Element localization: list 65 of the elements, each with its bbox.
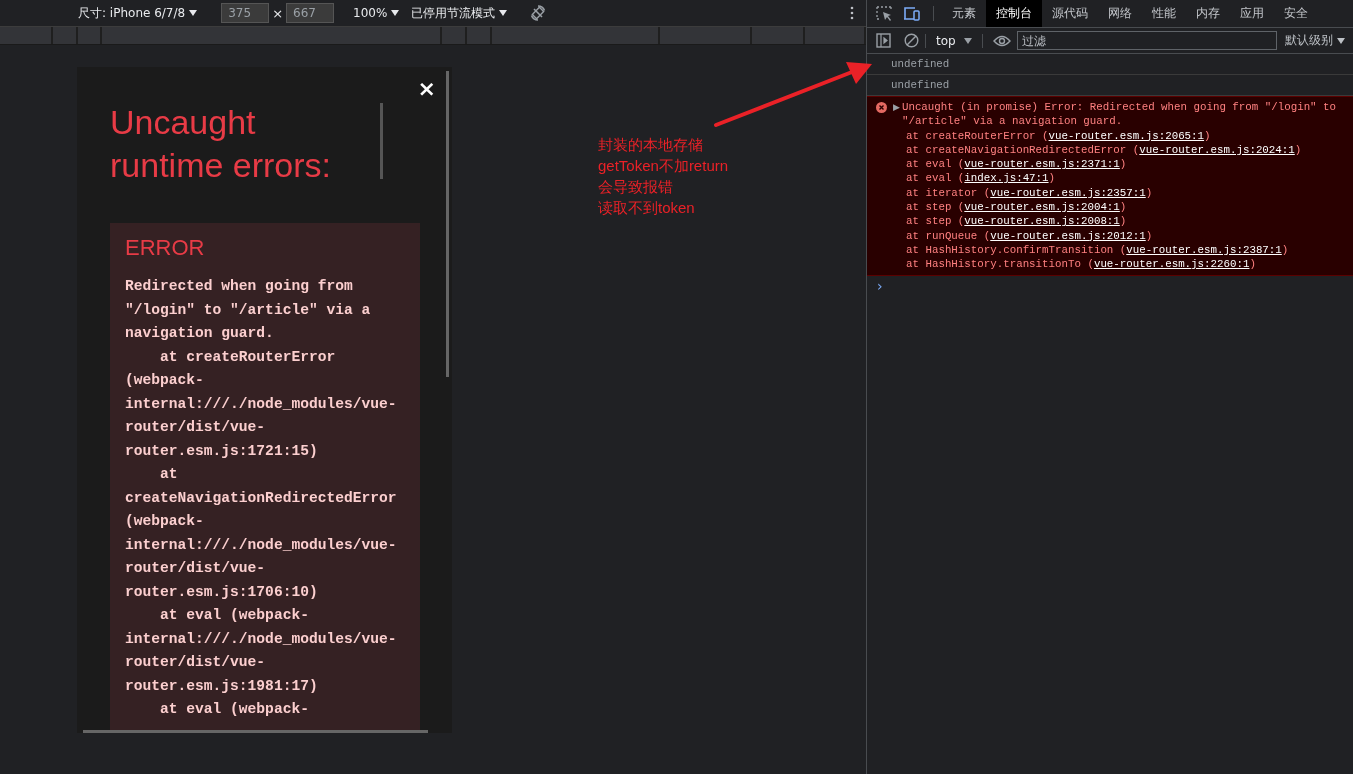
stack-frame: at eval (	[906, 172, 965, 185]
zoom-dropdown[interactable]: 100%	[353, 6, 400, 20]
throttling-dropdown[interactable]: 已停用节流模式	[411, 4, 508, 22]
devtools-tab[interactable]: 元素	[942, 0, 986, 27]
stack-frame-end: )	[1204, 129, 1211, 142]
stack-frame-end: )	[1119, 215, 1127, 228]
height-field[interactable]: 667	[286, 3, 335, 23]
devtools-tab[interactable]: 性能	[1142, 0, 1186, 27]
stack-frame: at eval (	[906, 158, 965, 171]
error-stack-text: Redirected when going from "/login" to "/article" via a navigation guard. at createRouterError (webpack-internal:///./node_modules/vue-router/dist/vue-router.esm.js:1721:15) at createNavigationRedirectedError (webpack-internal:///./node_modules/vue-router/dist/vue-router.esm.js:1706:10) at eval (webpack-internal:///./node_modules/vue-router/dist/vue-router.esm.js:1981:17) at eval (webpack-	[125, 277, 398, 719]
devtools-tab[interactable]: 网络	[1098, 0, 1142, 27]
devtools-tab[interactable]: 源代码	[1042, 0, 1098, 27]
source-link[interactable]: vue-router.esm.js:2008:1	[964, 215, 1120, 228]
stack-frame-end: )	[1249, 258, 1256, 271]
device-dropdown[interactable]: 尺寸: iPhone 6/7/8	[78, 4, 198, 22]
stack-frame-end: )	[1281, 243, 1289, 256]
times-sign: ×	[272, 5, 284, 21]
scrollbar[interactable]	[83, 730, 428, 733]
sidebar-icon[interactable]	[876, 33, 891, 48]
source-link[interactable]: vue-router.esm.js:2024:1	[1139, 143, 1295, 156]
stack-frame: at iterator (	[906, 186, 991, 199]
annotation-text: 封装的本地存储 getToken不加return 会导致报错 读取不到token	[598, 135, 729, 218]
rotate-icon[interactable]	[529, 4, 548, 22]
source-link[interactable]: vue-router.esm.js:2387:1	[1126, 243, 1282, 256]
device-toolbar-icon[interactable]	[903, 5, 921, 22]
source-link[interactable]: vue-router.esm.js:2260:1	[1093, 258, 1250, 271]
more-icon[interactable]	[850, 6, 854, 20]
stack-frame: at HashHistory.confirmTransition (	[906, 243, 1127, 256]
stack-frame-end: )	[1294, 143, 1302, 156]
source-link[interactable]: vue-router.esm.js:2012:1	[990, 229, 1146, 242]
source-link[interactable]: vue-router.esm.js:2371:1	[964, 158, 1120, 171]
devtools-tab[interactable]: 安全	[1274, 0, 1318, 27]
inspect-icon[interactable]	[876, 5, 894, 22]
stack-frame-end: )	[1119, 158, 1127, 171]
clear-icon[interactable]	[904, 33, 919, 48]
console-prompt[interactable]: ›	[867, 275, 1353, 294]
levels-dropdown[interactable]: 默认级别	[1284, 32, 1345, 49]
stack-frame-end: )	[1048, 172, 1056, 185]
stack-frame-end: )	[1119, 201, 1127, 214]
stack-frame: at HashHistory.transitionTo (	[906, 258, 1094, 271]
error-heading: ERROR	[125, 235, 206, 261]
stack-frame: at runQueue (	[906, 229, 991, 242]
width-field[interactable]: 375	[221, 3, 270, 23]
devtools-tab[interactable]: 内存	[1186, 0, 1230, 27]
error-icon	[876, 102, 887, 113]
scrollbar[interactable]	[446, 71, 449, 377]
overlay-title: Uncaught runtime errors:	[110, 102, 333, 186]
close-button[interactable]: ×	[417, 79, 436, 99]
stack-frame: at step (	[906, 201, 965, 214]
source-link[interactable]: vue-router.esm.js:2357:1	[990, 186, 1146, 199]
stack-frame: at createRouterError (	[906, 129, 1049, 142]
stack-frame: at createNavigationRedirectedError (	[906, 143, 1140, 156]
stack-frame-end: )	[1145, 186, 1153, 199]
filter-field[interactable]: 过滤	[1016, 31, 1277, 50]
expand-toggle[interactable]: ▶	[893, 100, 902, 114]
stack-frame: at step (	[906, 215, 965, 228]
source-link[interactable]: vue-router.esm.js:2004:1	[964, 201, 1120, 214]
source-link[interactable]: index.js:47:1	[964, 172, 1049, 185]
context-dropdown[interactable]: top	[925, 33, 983, 48]
devtools-tab[interactable]: 控制台	[986, 0, 1042, 27]
eye-icon[interactable]	[992, 34, 1011, 47]
stack-frame-end: )	[1145, 229, 1153, 242]
error-message: Uncaught (in promise) Error: Redirected when going from "/login" to "/article" via a navigation guard.	[901, 100, 1338, 129]
source-link[interactable]: vue-router.esm.js:2065:1	[1048, 129, 1205, 142]
devtools-tab[interactable]: 应用	[1230, 0, 1274, 27]
